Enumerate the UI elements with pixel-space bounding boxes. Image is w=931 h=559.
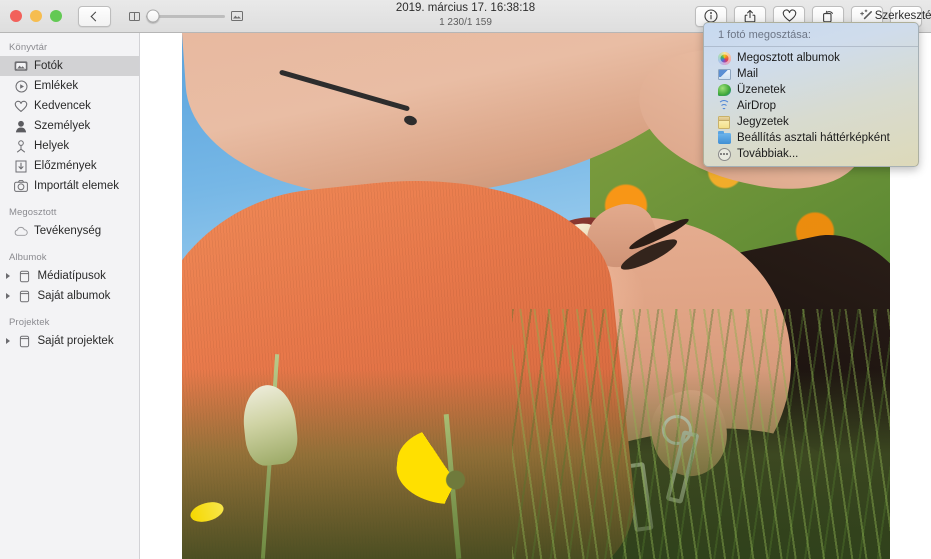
sidebar-item-sajat-projektek[interactable]: Saját projektek [0,331,139,351]
edit-button-label: Szerkesztés [874,10,931,22]
heart-icon [782,9,796,22]
sidebar-item-elozmenyek[interactable]: Előzmények [0,156,139,176]
share-item-tovabbiak[interactable]: Továbbiak... [704,146,918,162]
share-item-label: Megosztott albumok [737,52,840,64]
zoom-slider[interactable] [129,9,243,23]
cloud-icon [14,224,28,238]
sidebar-item-mediatipusok[interactable]: Médiatípusok [0,266,139,286]
zoom-button[interactable] [50,10,62,22]
single-photo-icon [231,11,243,21]
mail-icon [717,67,731,81]
rotate-icon [823,10,833,23]
traffic-lights [10,10,62,22]
chevron-right-icon[interactable] [6,293,10,299]
more-icon [717,147,731,161]
sidebar-item-label: Saját albumok [37,290,111,302]
share-popover[interactable]: 1 fotó megosztása: Megosztott albumok Ma… [703,22,919,167]
photo-grass-blades [512,309,890,559]
sidebar-section-header: Albumok [9,252,47,263]
sidebar-item-helyek[interactable]: Helyek [0,136,139,156]
notes-icon [717,115,731,129]
magic-wand-icon [860,9,872,20]
share-item-label: Jegyzetek [737,116,789,128]
zoom-slider-knob[interactable] [146,9,160,23]
import-icon [14,179,28,193]
sidebar-item-label: Kedvencek [34,100,91,112]
share-icon [744,9,756,23]
share-item-mail[interactable]: Mail [704,66,918,82]
info-icon [704,9,718,23]
share-item-label: Üzenetek [737,84,786,96]
sidebar-item-sajat-albumok[interactable]: Saját albumok [0,286,139,306]
photos-window: 2019. március 17. 16:38:18 1 230/1 159 S… [0,0,931,559]
sidebar-item-importalt-elemek[interactable]: Importált elemek [0,176,139,196]
desktop-icon [717,130,731,145]
share-item-uzenetek[interactable]: Üzenetek [704,82,918,98]
share-item-label: Mail [737,68,759,80]
zoom-slider-track[interactable] [146,9,225,23]
close-button[interactable] [10,10,22,22]
messages-icon [717,83,731,97]
share-item-jegyzetek[interactable]: Jegyzetek [704,114,918,130]
album-icon [18,289,32,303]
back-button[interactable] [78,5,111,27]
pin-icon [14,139,28,153]
sidebar-section-header: Könyvtár [9,42,48,53]
share-item-asztali-hatterkep[interactable]: Beállítás asztali háttérképként [704,130,918,146]
album-icon [18,269,32,283]
share-item-label: Továbbiak... [737,148,799,160]
sidebar-item-label: Előzmények [34,160,97,172]
minimize-button[interactable] [30,10,42,22]
chevron-left-icon [90,11,101,21]
sidebar-item-label: Helyek [34,140,70,152]
share-item-label: Beállítás asztali háttérképként [737,132,890,144]
sidebar-item-label: Emlékek [34,80,79,92]
sidebar-item-szemelyek[interactable]: Személyek [0,116,139,136]
share-popover-list: Megosztott albumok Mail Üzenetek AirDrop… [704,47,918,162]
airdrop-icon [717,99,731,113]
sidebar-item-label: Médiatípusok [37,270,106,282]
sidebar-item-fotok[interactable]: Fotók [0,56,139,76]
chevron-right-icon[interactable] [6,273,10,279]
share-item-megosztott-albumok[interactable]: Megosztott albumok [704,50,918,66]
thumbnail-grid-icon [129,11,140,21]
photos-icon [717,51,731,65]
sidebar-section-header: Projektek [9,317,50,328]
share-popover-header: 1 fotó megosztása: [704,23,918,47]
person-icon [14,119,28,133]
album-icon [18,334,32,348]
share-item-airdrop[interactable]: AirDrop [704,98,918,114]
sidebar-item-tevekenyseg[interactable]: Tevékenység [0,221,139,241]
heart-icon [14,99,28,113]
download-icon [14,159,28,173]
sidebar-item-label: Importált elemek [34,180,120,192]
sidebar-section-header: Megosztott [9,207,57,218]
chevron-right-icon[interactable] [6,338,10,344]
memories-icon [14,79,28,93]
sidebar-item-kedvencek[interactable]: Kedvencek [0,96,139,116]
sidebar-item-label: Tevékenység [34,225,102,237]
sidebar-item-label: Saját projektek [37,335,114,347]
sidebar-item-emlekek[interactable]: Emlékek [0,76,139,96]
sidebar-item-label: Fotók [34,60,63,72]
sidebar[interactable]: Könyvtár Fotók Emlékek Kedvencek Személy… [0,33,140,559]
sidebar-item-label: Személyek [34,120,91,132]
share-item-label: AirDrop [737,100,776,112]
photos-icon [14,59,28,73]
